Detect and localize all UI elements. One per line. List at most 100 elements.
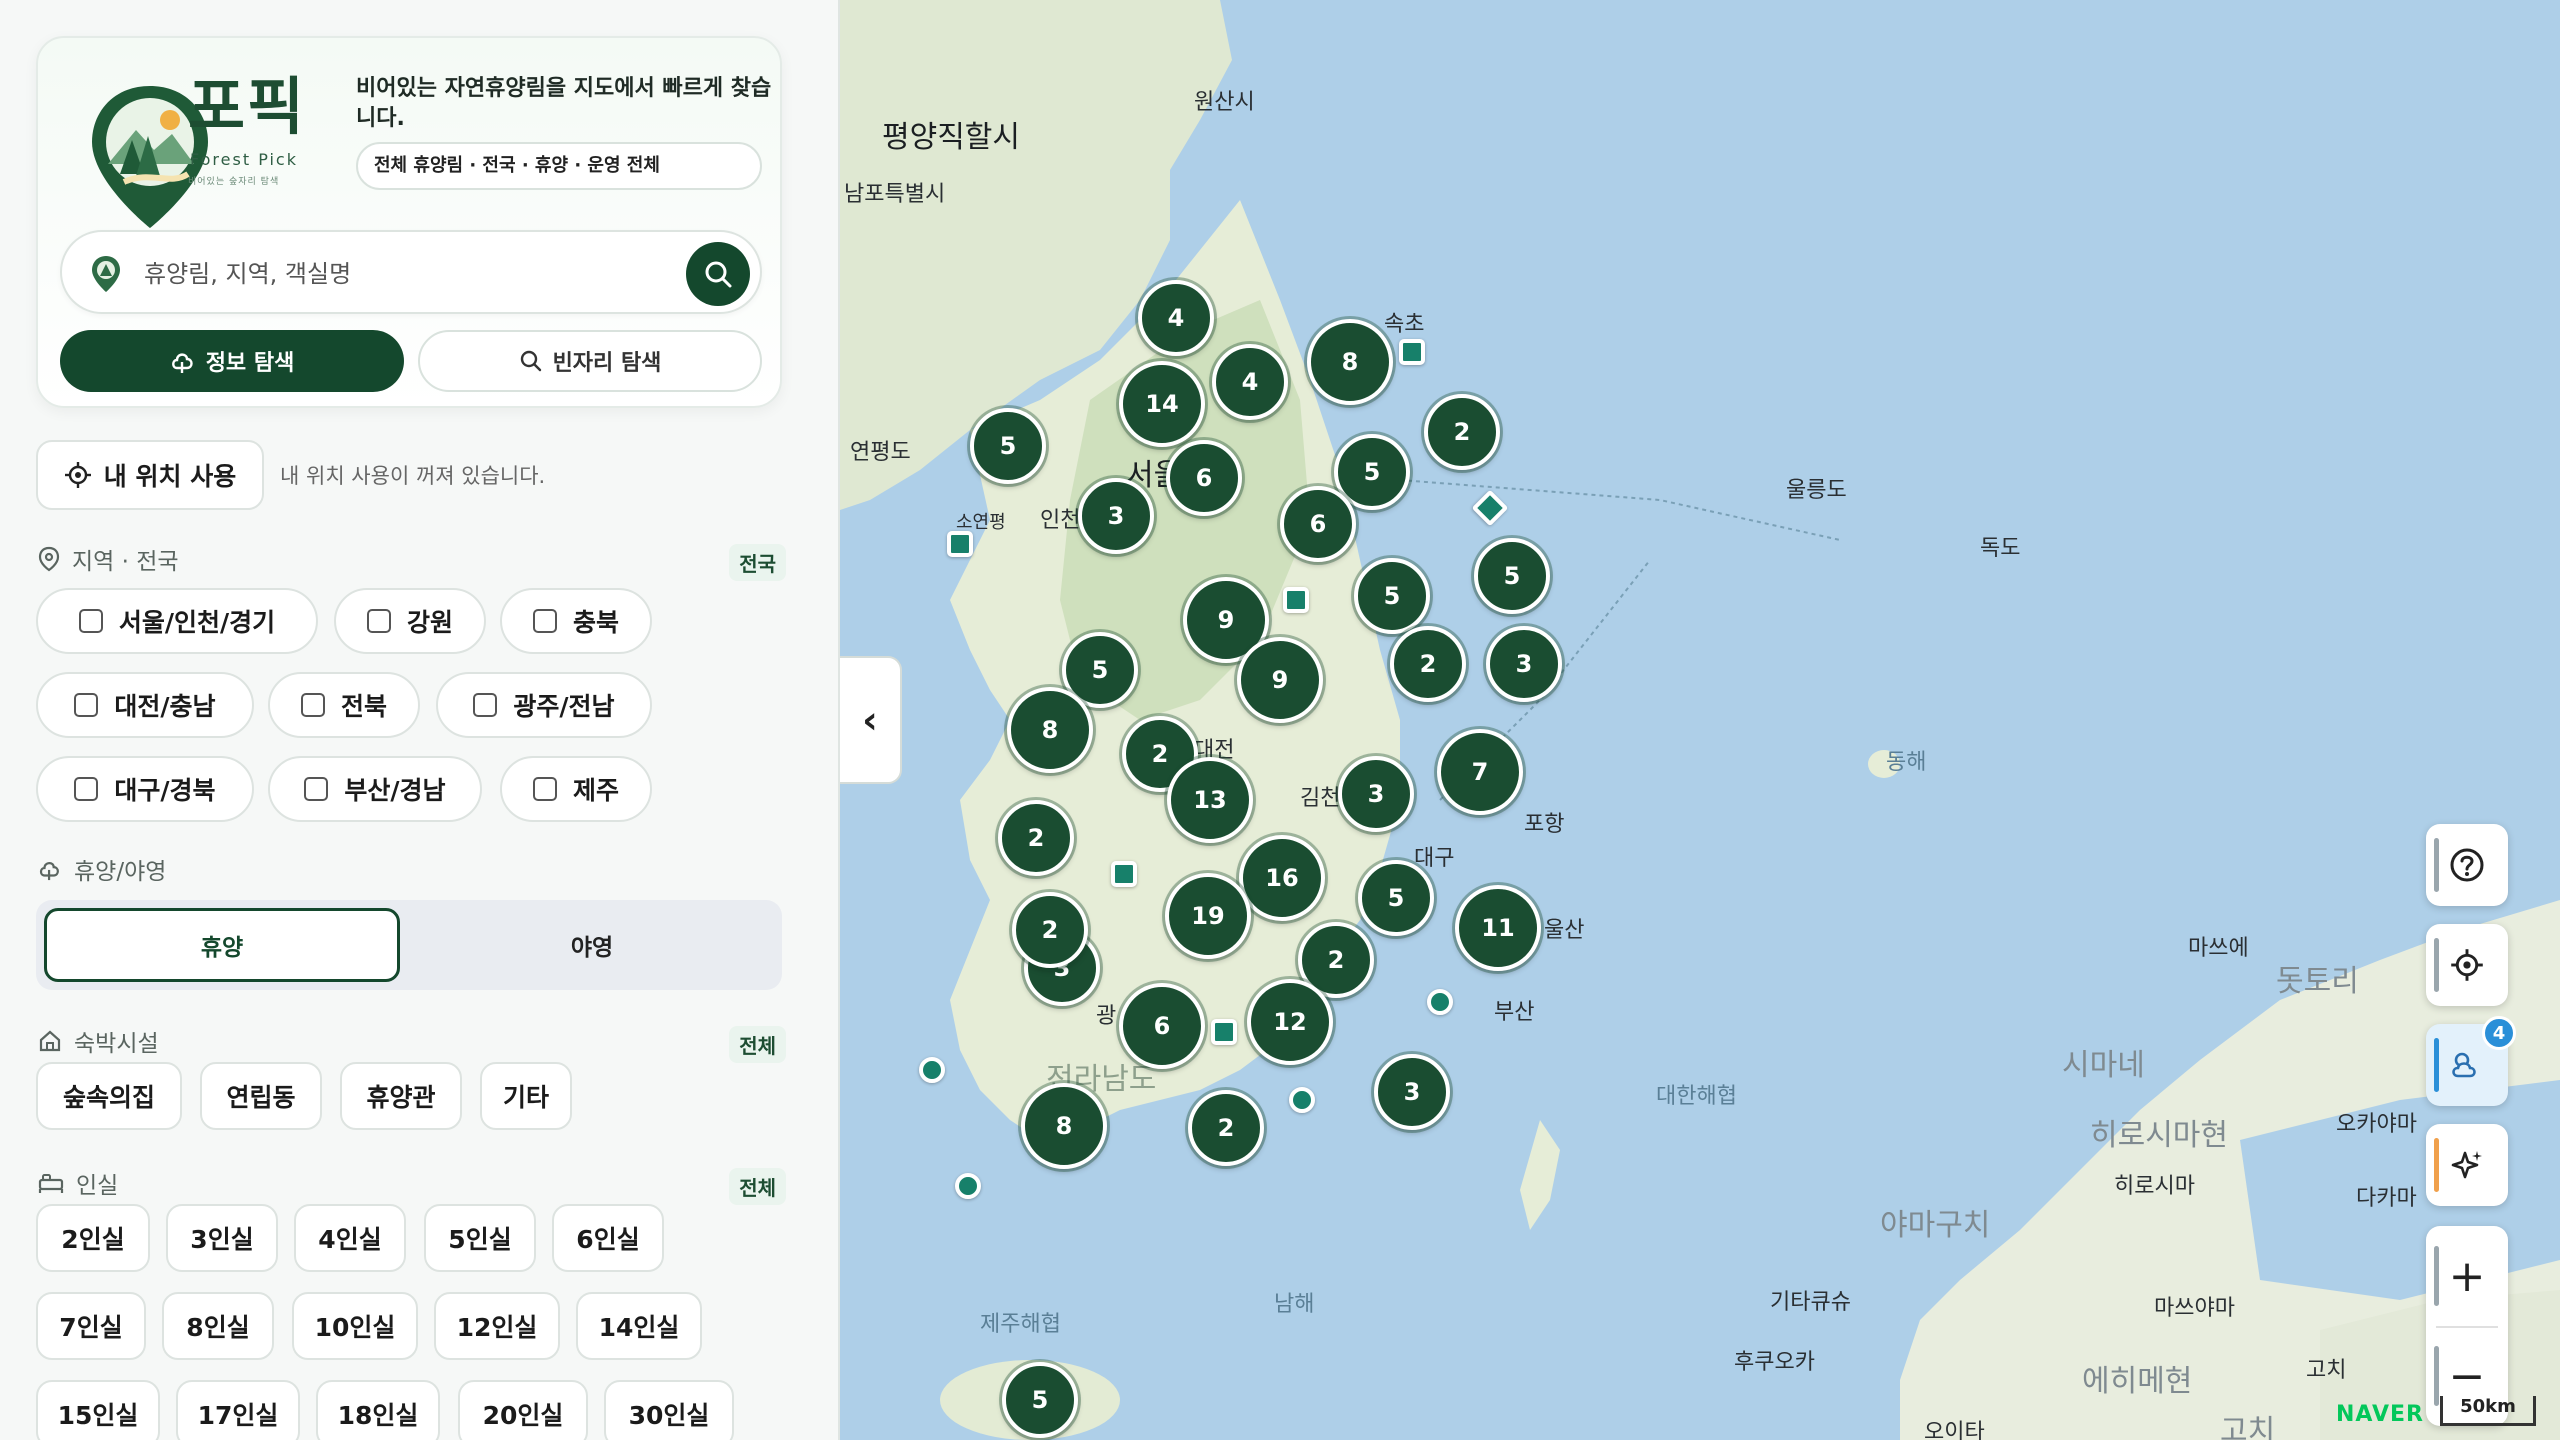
cluster-marker[interactable]: 6 (1119, 983, 1205, 1069)
cluster-marker[interactable]: 11 (1455, 885, 1541, 971)
forest-location-pin[interactable] (1111, 861, 1137, 887)
cluster-marker[interactable]: 19 (1165, 873, 1251, 959)
capacity-chip[interactable]: 18인실 (316, 1380, 440, 1440)
region-chip-daejeon[interactable]: 대전/충남 (36, 672, 254, 738)
cluster-marker[interactable]: 2 (1188, 1090, 1264, 1166)
cluster-marker[interactable]: 5 (970, 408, 1046, 484)
region-chip-chungbuk[interactable]: 충북 (500, 588, 652, 654)
map-label: 마쓰야마 (2154, 1296, 2235, 1321)
capacity-chip[interactable]: 5인실 (424, 1204, 536, 1272)
tab-vacancy-explore[interactable]: 빈자리 탐색 (418, 330, 762, 392)
capacity-section-title: 인실 (38, 1166, 118, 1200)
region-chip-busan[interactable]: 부산/경남 (268, 756, 482, 822)
cluster-marker[interactable]: 9 (1237, 637, 1323, 723)
sparkle-icon (2451, 1151, 2482, 1179)
capacity-chip[interactable]: 6인실 (552, 1204, 664, 1272)
cluster-marker[interactable]: 8 (1007, 687, 1093, 773)
forest-location-pin[interactable] (1283, 587, 1309, 613)
cluster-marker[interactable]: 3 (1486, 626, 1562, 702)
capacity-chip[interactable]: 15인실 (36, 1380, 160, 1440)
cluster-marker[interactable]: 12 (1247, 979, 1333, 1065)
checkbox[interactable] (304, 777, 329, 801)
question-icon (2450, 848, 2484, 882)
region-chip-gwangju[interactable]: 광주/전남 (436, 672, 652, 738)
capacity-chip[interactable]: 14인실 (576, 1292, 702, 1360)
help-button[interactable] (2426, 824, 2508, 906)
region-chip-daegu[interactable]: 대구/경북 (36, 756, 254, 822)
capacity-chip[interactable]: 2인실 (36, 1204, 150, 1272)
forest-location-pin[interactable] (1399, 339, 1425, 365)
cluster-marker[interactable]: 4 (1138, 280, 1214, 356)
cluster-marker[interactable]: 5 (1474, 538, 1550, 614)
capacity-chip[interactable]: 8인실 (162, 1292, 274, 1360)
forest-location-pin[interactable] (919, 1057, 945, 1083)
forest-location-pin[interactable] (947, 531, 973, 557)
region-chip-jeju[interactable]: 제주 (500, 756, 652, 822)
cluster-marker[interactable]: 3 (1078, 478, 1154, 554)
search-icon (520, 350, 541, 372)
collapse-sidebar-button[interactable]: ‹ (840, 656, 902, 784)
map-view[interactable]: ‹ 원산시 평양직할시 남포특별시 연평도 서울 인천 소연평 속초 울릉도 독… (840, 0, 2560, 1440)
checkbox[interactable] (366, 609, 391, 633)
capacity-chip[interactable]: 30인실 (604, 1380, 734, 1440)
filter-summary[interactable]: 전체 휴양림 · 전국 · 휴양 · 운영 전체 (356, 142, 762, 190)
forest-location-pin[interactable] (1211, 1019, 1237, 1045)
cluster-marker[interactable]: 8 (1021, 1083, 1107, 1169)
lodging-chip[interactable]: 숲속의집 (36, 1062, 182, 1130)
cluster-marker[interactable]: 7 (1437, 729, 1523, 815)
forest-location-pin[interactable] (1289, 1087, 1315, 1113)
use-my-location-button[interactable]: 내 위치 사용 (36, 440, 264, 510)
map-land (840, 0, 2560, 1440)
naver-attribution[interactable]: NAVER (2336, 1402, 2424, 1427)
stay-type-option-camp[interactable]: 야영 (410, 908, 774, 982)
lodging-chip[interactable]: 기타 (480, 1062, 572, 1130)
lodging-chip[interactable]: 휴양관 (340, 1062, 462, 1130)
ai-recommend-button[interactable] (2426, 1124, 2508, 1206)
checkbox[interactable] (74, 693, 99, 717)
cluster-marker[interactable]: 16 (1239, 835, 1325, 921)
capacity-chip[interactable]: 12인실 (434, 1292, 560, 1360)
cluster-marker[interactable]: 2 (1012, 892, 1088, 968)
cluster-marker[interactable]: 2 (1390, 626, 1466, 702)
cluster-marker[interactable]: 6 (1280, 486, 1356, 562)
map-scale: 50km (2440, 1396, 2536, 1426)
cluster-marker[interactable]: 2 (998, 800, 1074, 876)
cluster-marker[interactable]: 5 (1354, 558, 1430, 634)
cluster-marker[interactable]: 5 (1002, 1362, 1078, 1438)
cluster-marker[interactable]: 3 (1338, 756, 1414, 832)
capacity-chip[interactable]: 3인실 (166, 1204, 278, 1272)
checkbox[interactable] (532, 609, 557, 633)
capacity-chip[interactable]: 7인실 (36, 1292, 146, 1360)
region-chip-seoul[interactable]: 서울/인천/경기 (36, 588, 318, 654)
lodging-chip[interactable]: 연립동 (200, 1062, 322, 1130)
checkbox[interactable] (78, 609, 103, 633)
cluster-marker[interactable]: 3 (1374, 1054, 1450, 1130)
map-label: 에히메현 (2082, 1364, 2193, 1399)
checkbox[interactable] (74, 777, 99, 801)
stay-type-option-rest[interactable]: 휴양 (44, 908, 400, 982)
checkbox[interactable] (532, 777, 557, 801)
zoom-in-button[interactable]: + (2426, 1226, 2508, 1326)
region-chip-gangwon[interactable]: 강원 (334, 588, 486, 654)
checkbox[interactable] (473, 693, 498, 717)
forest-location-pin[interactable] (1427, 989, 1453, 1015)
checkbox[interactable] (300, 693, 325, 717)
cluster-marker[interactable]: 5 (1358, 860, 1434, 936)
capacity-chip[interactable]: 4인실 (294, 1204, 406, 1272)
cluster-marker[interactable]: 4 (1212, 344, 1288, 420)
capacity-chip[interactable]: 20인실 (458, 1380, 588, 1440)
cluster-marker[interactable]: 14 (1119, 361, 1205, 447)
cluster-marker[interactable]: 13 (1167, 757, 1253, 843)
search-input[interactable] (142, 250, 662, 298)
region-chip-jeonbuk[interactable]: 전북 (268, 672, 420, 738)
search-button[interactable] (686, 242, 750, 306)
my-location-button[interactable] (2426, 924, 2508, 1006)
forest-location-pin[interactable] (955, 1173, 981, 1199)
cluster-marker[interactable]: 2 (1424, 394, 1500, 470)
tab-info-explore[interactable]: 정보 탐색 (60, 330, 404, 392)
cluster-marker[interactable]: 6 (1166, 440, 1242, 516)
capacity-chip[interactable]: 17인실 (176, 1380, 300, 1440)
capacity-chip[interactable]: 10인실 (292, 1292, 418, 1360)
weather-layer-button[interactable]: 4 (2426, 1016, 2516, 1106)
cluster-marker[interactable]: 8 (1307, 319, 1393, 405)
